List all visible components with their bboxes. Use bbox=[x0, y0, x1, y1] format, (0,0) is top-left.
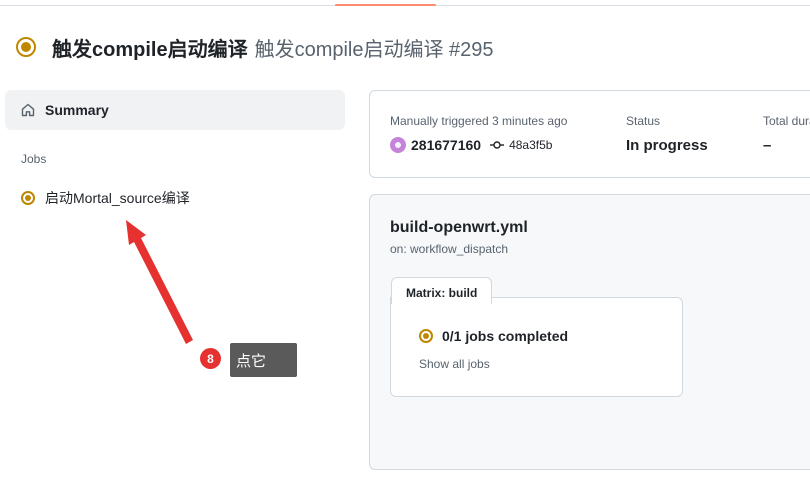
commit-sha-link[interactable]: 48a3f5b bbox=[509, 138, 552, 152]
page-header: 触发compile启动编译 触发compile启动编译 #295 bbox=[16, 34, 494, 61]
run-name: 触发compile启动编译 #295 bbox=[254, 38, 494, 61]
sidebar-job-item[interactable]: 启动Mortal_source编译 bbox=[21, 188, 190, 208]
duration-label: Total duration bbox=[763, 114, 810, 128]
status-column: Status In progress bbox=[626, 114, 708, 154]
active-tab-indicator bbox=[335, 4, 436, 6]
page-title: 触发compile启动编译 bbox=[52, 38, 248, 61]
matrix-box: 0/1 jobs completed Show all jobs bbox=[390, 297, 683, 397]
trigger-label: Manually triggered 3 minutes ago bbox=[390, 114, 568, 128]
workflow-graph-card: build-openwrt.yml on: workflow_dispatch … bbox=[369, 194, 810, 470]
duration-value: – bbox=[763, 137, 772, 154]
home-icon bbox=[21, 103, 35, 117]
workflow-trigger: on: workflow_dispatch bbox=[390, 242, 509, 256]
instruction-tooltip: 点它 bbox=[230, 343, 297, 377]
trigger-details: 281677160 48a3f5b bbox=[390, 137, 567, 153]
avatar[interactable] bbox=[390, 137, 406, 153]
in-progress-icon bbox=[21, 191, 35, 205]
matrix-tab: Matrix: build bbox=[391, 277, 492, 304]
top-nav-border bbox=[0, 0, 810, 6]
sidebar-item-label: Summary bbox=[45, 102, 109, 118]
in-progress-status-icon bbox=[16, 37, 36, 57]
job-label: 启动Mortal_source编译 bbox=[45, 190, 190, 206]
jobs-heading: Jobs bbox=[21, 152, 47, 166]
status-label: Status bbox=[626, 114, 661, 128]
sidebar-item-summary[interactable]: Summary bbox=[5, 90, 345, 130]
status-value: In progress bbox=[626, 137, 708, 154]
commit-icon bbox=[490, 141, 505, 149]
show-all-jobs-link[interactable]: Show all jobs bbox=[419, 357, 490, 371]
workflow-file-name: build-openwrt.yml bbox=[390, 219, 528, 236]
matrix-jobs-status[interactable]: 0/1 jobs completed bbox=[419, 328, 568, 344]
run-info-card: Manually triggered 3 minutes ago 2816771… bbox=[369, 90, 810, 178]
trigger-column: Manually triggered 3 minutes ago 2816771… bbox=[390, 114, 567, 153]
in-progress-icon bbox=[419, 329, 433, 343]
jobs-completed-text: 0/1 jobs completed bbox=[442, 328, 569, 344]
duration-column: Total duration – bbox=[763, 114, 810, 154]
user-link[interactable]: 281677160 bbox=[411, 137, 481, 153]
step-number-badge: 8 bbox=[200, 348, 221, 369]
